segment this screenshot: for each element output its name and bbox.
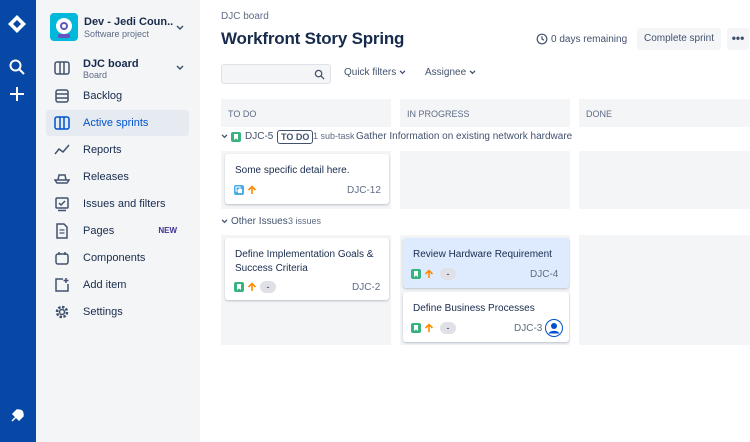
active-sprints-icon	[54, 116, 70, 130]
search-input[interactable]	[221, 64, 331, 84]
card-summary: Define Implementation Goals & Success Cr…	[235, 249, 374, 274]
more-actions-button[interactable]: •••	[727, 28, 749, 50]
issue-count: 3 issues	[288, 216, 322, 226]
issue-card-djc4[interactable]: Review Hardware Requirement - DJC-4	[403, 238, 569, 288]
priority-high-icon	[424, 269, 434, 278]
page-title: Workfront Story Spring	[221, 29, 405, 48]
sidebar-item-reports[interactable]: Reports	[46, 137, 189, 163]
issue-summary: Gather Information on existing network h…	[356, 131, 573, 142]
reports-icon	[54, 144, 70, 155]
breadcrumb[interactable]: DJC board	[221, 11, 269, 22]
search-icon	[314, 69, 325, 80]
story-icon	[231, 132, 241, 142]
chevron-down-icon	[399, 70, 406, 75]
search-icon[interactable]	[8, 58, 26, 76]
issue-card-djc2[interactable]: Define Implementation Goals & Success Cr…	[225, 238, 389, 300]
issues-icon	[55, 197, 69, 212]
project-sidebar: Dev - Jedi Coun... Software project DJC …	[36, 0, 200, 442]
sidebar-item-settings[interactable]: Settings	[46, 299, 189, 325]
subtask-count: 1 sub-task	[313, 131, 355, 141]
robot-icon	[56, 18, 72, 38]
quick-filters-dropdown[interactable]: Quick filters	[344, 67, 406, 78]
chevron-down-icon	[469, 70, 476, 75]
column-header-in-progress: IN PROGRESS	[400, 99, 570, 127]
priority-high-icon	[247, 185, 257, 194]
column-header-todo: TO DO	[221, 99, 391, 127]
card-key[interactable]: DJC-2	[352, 282, 380, 293]
sidebar-item-label: Active sprints	[83, 117, 149, 129]
backlog-icon	[55, 89, 69, 103]
sidebar-item-label: Releases	[83, 171, 129, 183]
feedback-icon[interactable]	[8, 407, 26, 425]
board-icon	[54, 61, 70, 75]
board-title: DJC board	[83, 58, 139, 70]
card-summary: Define Business Processes	[413, 303, 535, 314]
sidebar-item-pages[interactable]: Pages NEW	[46, 218, 189, 244]
sidebar-item-backlog[interactable]: Backlog	[46, 83, 189, 109]
card-key[interactable]: DJC-4	[530, 269, 558, 280]
releases-icon	[54, 174, 70, 184]
card-key[interactable]: DJC-12	[347, 185, 381, 196]
project-avatar	[50, 13, 78, 41]
subtask-icon	[234, 185, 244, 195]
sidebar-item-label: Issues and filters	[83, 198, 166, 210]
estimate-badge: -	[260, 281, 276, 293]
new-badge: NEW	[158, 226, 177, 235]
status-lozenge: TO DO	[277, 130, 314, 144]
sidebar-item-add-item[interactable]: Add item	[46, 272, 189, 298]
sidebar-item-label: Add item	[83, 279, 127, 291]
board-subtitle: Board	[83, 70, 108, 80]
gear-icon	[55, 305, 69, 319]
complete-sprint-button[interactable]: Complete sprint	[637, 28, 721, 50]
jira-logo-icon[interactable]	[7, 14, 27, 34]
sidebar-item-label: Settings	[83, 306, 123, 318]
priority-high-icon	[424, 323, 434, 332]
sidebar-item-releases[interactable]: Releases	[46, 164, 189, 190]
story-icon	[411, 269, 421, 279]
column-cell-done	[579, 235, 750, 345]
assignee-avatar-icon[interactable]	[545, 319, 563, 337]
sidebar-item-label: Backlog	[83, 90, 123, 102]
column-cell-in-progress	[400, 151, 570, 209]
column-cell-done	[579, 151, 750, 209]
issue-key[interactable]: DJC-5	[245, 131, 273, 142]
sidebar-item-active-sprints[interactable]: Active sprints	[46, 110, 189, 136]
estimate-badge: -	[440, 268, 456, 280]
chevron-down-icon[interactable]	[221, 134, 228, 139]
swimlane-label: Other Issues	[231, 216, 288, 227]
card-summary: Some specific detail here.	[235, 165, 350, 176]
project-name: Dev - Jedi Coun...	[84, 16, 174, 28]
issue-card-djc3[interactable]: Define Business Processes - DJC-3	[403, 292, 569, 342]
project-type: Software project	[84, 29, 150, 39]
card-summary: Review Hardware Requirement	[413, 249, 552, 260]
global-nav	[0, 0, 36, 442]
sidebar-item-label: Reports	[83, 144, 122, 156]
sidebar-item-issues[interactable]: Issues and filters	[46, 191, 189, 217]
project-switcher[interactable]: Dev - Jedi Coun... Software project	[50, 12, 194, 46]
sidebar-item-components[interactable]: Components	[46, 245, 189, 271]
card-key[interactable]: DJC-3	[514, 323, 542, 334]
days-remaining-text: 0 days remaining	[551, 34, 628, 45]
assignee-label: Assignee	[425, 67, 467, 78]
components-icon	[55, 252, 69, 265]
column-header-done: DONE	[579, 99, 750, 127]
story-icon	[234, 282, 244, 292]
add-item-icon	[55, 278, 69, 292]
chevron-down-icon	[176, 25, 184, 31]
sidebar-item-label: Pages	[83, 225, 115, 237]
priority-high-icon	[247, 282, 257, 291]
create-icon[interactable]	[8, 85, 26, 103]
story-icon	[411, 323, 421, 333]
chevron-down-icon[interactable]	[221, 219, 228, 224]
chevron-down-icon	[176, 65, 184, 71]
board-switcher[interactable]: DJC board Board	[50, 56, 194, 82]
issue-card-djc12[interactable]: Some specific detail here. DJC-12	[225, 154, 389, 204]
assignee-dropdown[interactable]: Assignee	[425, 67, 476, 78]
sidebar-item-label: Components	[83, 252, 146, 264]
clock-icon	[536, 33, 548, 45]
pages-icon	[56, 223, 68, 239]
quick-filters-label: Quick filters	[344, 67, 397, 78]
estimate-badge: -	[440, 322, 456, 334]
